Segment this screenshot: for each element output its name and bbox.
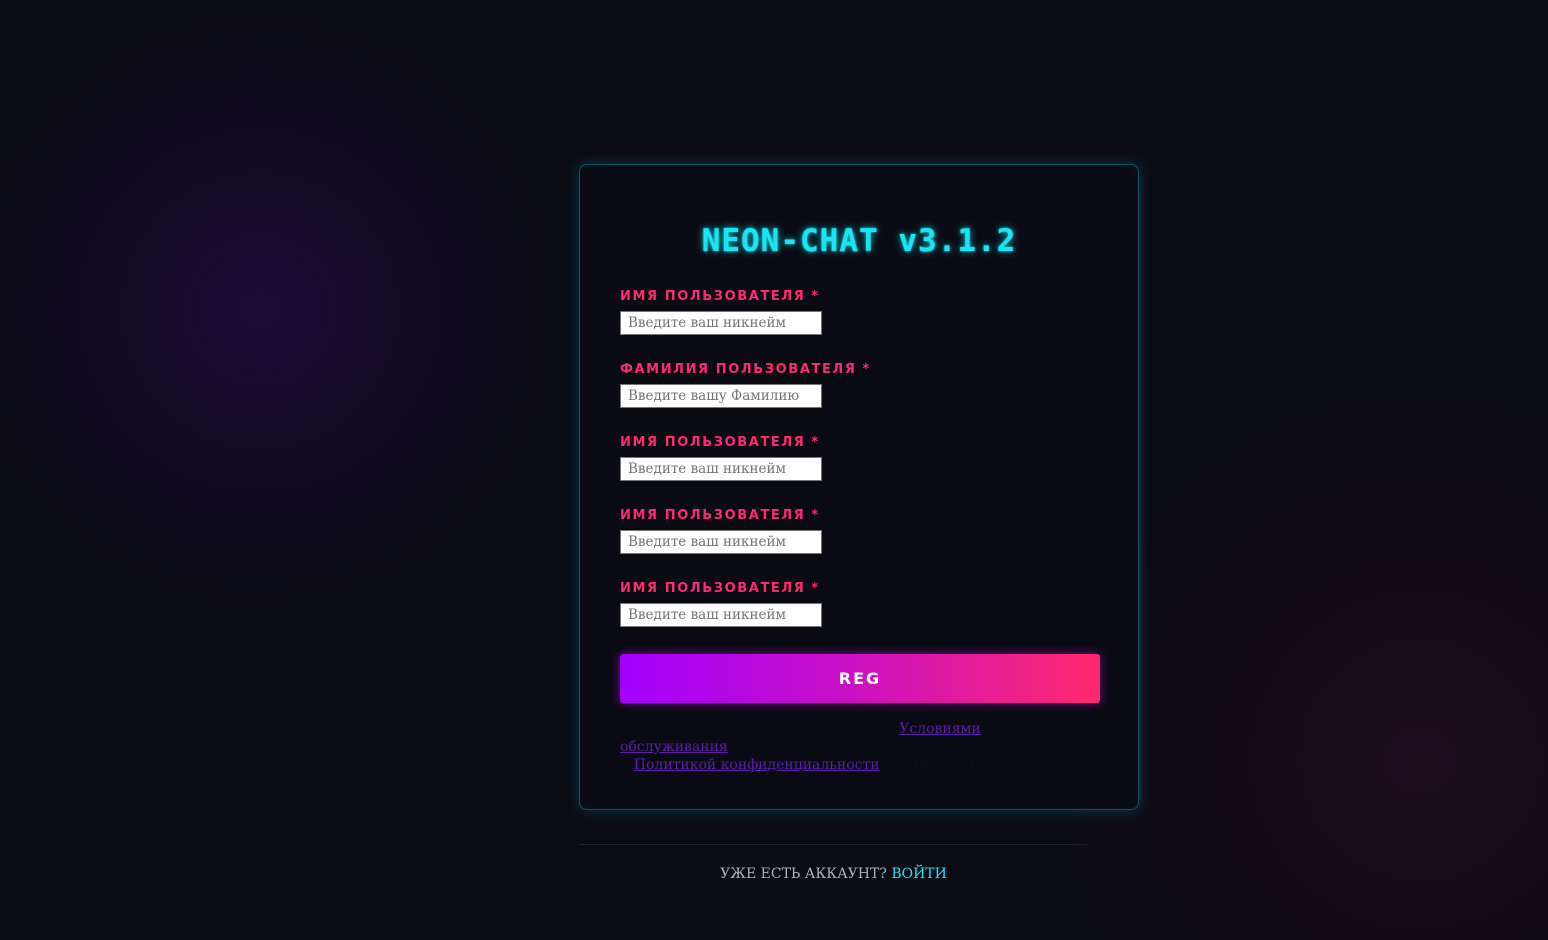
username-input[interactable]	[620, 603, 822, 627]
required-mark: *	[811, 435, 820, 450]
app-title: NEON-CHAT v3.1.2	[701, 223, 1017, 259]
username-field-2: ИМЯ ПОЛЬЗОВАТЕЛЯ *	[620, 435, 1100, 481]
required-mark: *	[811, 508, 820, 523]
required-mark: *	[811, 581, 820, 596]
lastname-input[interactable]	[620, 384, 822, 408]
username-field-4: ИМЯ ПОЛЬЗОВАТЕЛЯ *	[620, 581, 1100, 627]
lastname-field: ФАМИЛИЯ ПОЛЬЗОВАТЕЛЯ *	[620, 362, 1100, 408]
login-question: УЖЕ ЕСТЬ АККАУНТ?	[720, 866, 887, 882]
lastname-label: ФАМИЛИЯ ПОЛЬЗОВАТЕЛЯ *	[620, 362, 871, 377]
username-label: ИМЯ ПОЛЬЗОВАТЕЛЯ *	[620, 435, 820, 450]
terms-prefix: Нажимая кнопку, вы соглашаетесь с	[620, 721, 900, 737]
terms-middle: и	[620, 757, 634, 773]
footer-divider	[579, 844, 1088, 845]
username-input[interactable]	[620, 457, 822, 481]
username-label: ИМЯ ПОЛЬЗОВАТЕЛЯ *	[620, 508, 820, 523]
username-label: ИМЯ ПОЛЬЗОВАТЕЛЯ *	[620, 581, 820, 596]
terms-suffix: NEON-CHAT	[879, 757, 977, 773]
login-link[interactable]: ВОЙТИ	[891, 866, 947, 882]
username-label: ИМЯ ПОЛЬЗОВАТЕЛЯ *	[620, 289, 820, 304]
required-mark: *	[811, 289, 820, 304]
reg-button[interactable]: REG	[620, 654, 1100, 703]
username-input[interactable]	[620, 530, 822, 554]
terms-notice: Нажимая кнопку, вы соглашаетесь с Услови…	[620, 720, 1090, 774]
login-prompt: УЖЕ ЕСТЬ АККАУНТ? ВОЙТИ	[579, 866, 1088, 882]
username-field-1: ИМЯ ПОЛЬЗОВАТЕЛЯ *	[620, 289, 1100, 335]
username-field-3: ИМЯ ПОЛЬЗОВАТЕЛЯ *	[620, 508, 1100, 554]
privacy-policy-link[interactable]: Политикой конфиденциальности	[634, 757, 880, 773]
registration-card: NEON-CHAT v3.1.2 ИМЯ ПОЛЬЗОВАТЕЛЯ* ФАМИЛ…	[579, 164, 1139, 810]
username-input[interactable]	[620, 311, 822, 335]
required-mark: *	[862, 362, 871, 377]
